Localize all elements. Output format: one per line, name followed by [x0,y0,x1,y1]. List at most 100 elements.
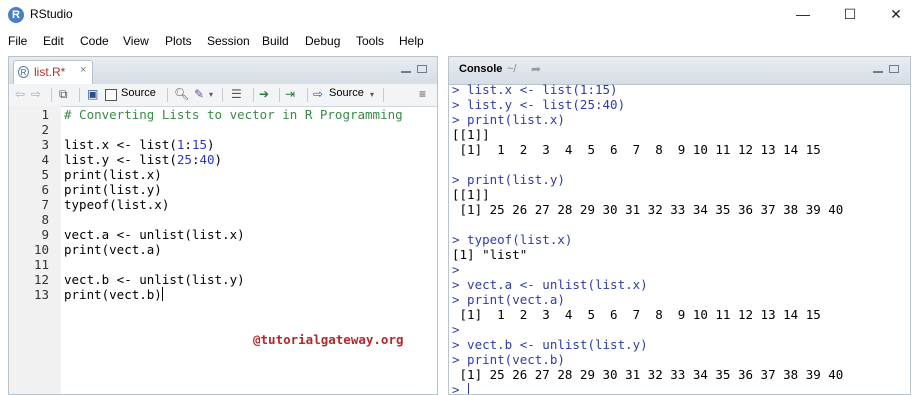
source-on-save-checkbox[interactable] [105,89,117,101]
console-command: > vect.b <- unlist(list.y) [452,337,648,352]
code-text: vect.b <- unlist(list.y) [64,272,245,287]
toolbar-divider [383,88,384,102]
source-icon[interactable]: ⇨ [313,87,323,103]
window-title: RStudio [30,7,73,21]
minimize-pane-icon[interactable] [873,67,883,73]
code-line[interactable]: 11 [9,257,437,272]
code-line[interactable]: 3 list.x <- list(1:15) [9,137,437,152]
code-line[interactable]: 9 vect.a <- unlist(list.x) [9,227,437,242]
console-command: > list.y <- list(25:40) [452,97,626,112]
go-to-directory-icon[interactable]: ➦ [531,62,541,76]
compile-report-icon[interactable]: ☰ [231,87,242,103]
code-line[interactable]: 4 list.y <- list(25:40) [9,152,437,167]
menu-session[interactable]: Session [207,34,250,48]
line-number: 5 [41,167,49,182]
toolbar-divider [51,88,52,102]
minimize-pane-icon[interactable] [401,67,411,73]
console-command: > typeof(list.x) [452,232,573,247]
source-button[interactable]: Source [329,87,364,103]
menu-help[interactable]: Help [399,34,424,48]
console-working-dir: ~/ [507,63,517,75]
code-text: # Converting Lists to vector in R Progra… [64,107,403,122]
document-outline-icon[interactable]: ≡ [419,87,426,103]
menu-file[interactable]: File [8,34,27,48]
line-number: 3 [41,137,49,152]
line-number: 1 [41,107,49,122]
console-command: > print(vect.b) [452,352,565,367]
code-line[interactable]: 1 # Converting Lists to vector in R Progr… [9,107,437,122]
console-output-line: [1] 25 26 27 28 29 30 31 32 33 34 35 36 … [452,367,844,382]
save-icon[interactable]: ▣ [87,87,98,103]
magic-wand-icon[interactable]: ✎ [194,87,204,103]
code-text: list.y <- list(25:40) [64,152,223,167]
code-text: typeof(list.x) [64,197,170,212]
line-number: 12 [33,272,49,287]
console-command: > print(vect.a) [452,292,565,307]
menu-view[interactable]: View [123,34,149,48]
line-number: 4 [41,152,49,167]
console-command: > vect.a <- unlist(list.x) [452,277,648,292]
toolbar-divider [307,88,308,102]
console-command: > [452,262,460,277]
search-icon[interactable]: 🔍︎ [174,87,189,103]
code-line[interactable]: 12 vect.b <- unlist(list.y) [9,272,437,287]
back-arrow-icon[interactable]: ⇦ [15,87,25,103]
line-number: 13 [33,287,49,302]
console-title: Console [459,63,503,75]
code-line[interactable]: 10 print(vect.a) [9,242,437,257]
run-lines-icon[interactable]: ➔ [259,87,269,103]
code-text: print(list.x) [64,167,162,182]
menu-code[interactable]: Code [80,34,109,48]
line-number: 7 [41,197,49,212]
maximize-button[interactable]: ☐ [827,0,873,30]
console-output-line: [1] 25 26 27 28 29 30 31 32 33 34 35 36 … [452,202,844,217]
watermark: @tutorialgateway.org [253,332,404,347]
line-number: 11 [33,257,49,272]
code-line[interactable]: 8 [9,212,437,227]
menu-tools[interactable]: Tools [356,34,384,48]
forward-arrow-icon[interactable]: ⇨ [31,87,41,103]
console-output-line: [1] 1 2 3 4 5 6 7 8 9 10 11 12 13 14 15 [452,142,821,157]
source-on-save-label: Source [121,87,156,99]
menu-debug[interactable]: Debug [305,34,340,48]
prompt-cursor [467,383,469,394]
console-command: > print(list.x) [452,112,565,127]
source-editor-pane: R list.R* × ⇦ ⇨ ⧉ ▣ Source 🔍︎ ✎ ▾ ☰ ➔ ⇥ … [8,56,438,395]
code-line[interactable]: 13 print(vect.b) [9,287,437,302]
tab-close-icon[interactable]: × [80,64,86,76]
console-pane: Console ~/ ➦ > list.x <- list(1:15) > lis… [448,56,911,395]
title-bar: R RStudio — ☐ ✕ [0,0,919,30]
code-text: print(list.y) [64,182,162,197]
tab-list-r[interactable]: R list.R* × [13,60,93,84]
console-output-line: [[1]] [452,127,490,142]
code-line[interactable]: 6 print(list.y) [9,182,437,197]
menu-plots[interactable]: Plots [165,34,192,48]
chevron-down-icon[interactable]: ▾ [209,90,213,106]
maximize-pane-icon[interactable] [889,65,899,73]
chevron-down-icon[interactable]: ▾ [370,90,374,106]
tab-label: list.R* [34,65,66,79]
code-line[interactable]: 7 typeof(list.x) [9,197,437,212]
close-button[interactable]: ✕ [873,0,919,30]
minimize-button[interactable]: — [780,0,826,30]
console-output[interactable]: > list.x <- list(1:15) > list.y <- list(2… [449,84,910,394]
editor-toolbar: ⇦ ⇨ ⧉ ▣ Source 🔍︎ ✎ ▾ ☰ ➔ ⇥ ⇨ Source ▾ ≡ [9,84,437,107]
menu-build[interactable]: Build [262,34,289,48]
rstudio-logo-icon: R [8,7,24,23]
show-in-window-icon[interactable]: ⧉ [59,87,68,103]
menu-edit[interactable]: Edit [43,34,64,48]
toolbar-divider [279,88,280,102]
code-text: vect.a <- unlist(list.x) [64,227,245,242]
r-file-icon: R [18,66,29,78]
re-run-icon[interactable]: ⇥ [285,87,295,103]
line-number: 2 [41,122,49,137]
maximize-pane-icon[interactable] [417,65,427,73]
console-command: > [452,382,469,394]
code-line[interactable]: 5 print(list.x) [9,167,437,182]
editor-tab-strip: R list.R* × [9,57,437,85]
code-text: print(vect.a) [64,242,162,257]
toolbar-divider [167,88,168,102]
console-command: > print(list.y) [452,172,565,187]
toolbar-divider [253,88,254,102]
code-line[interactable]: 2 [9,122,437,137]
